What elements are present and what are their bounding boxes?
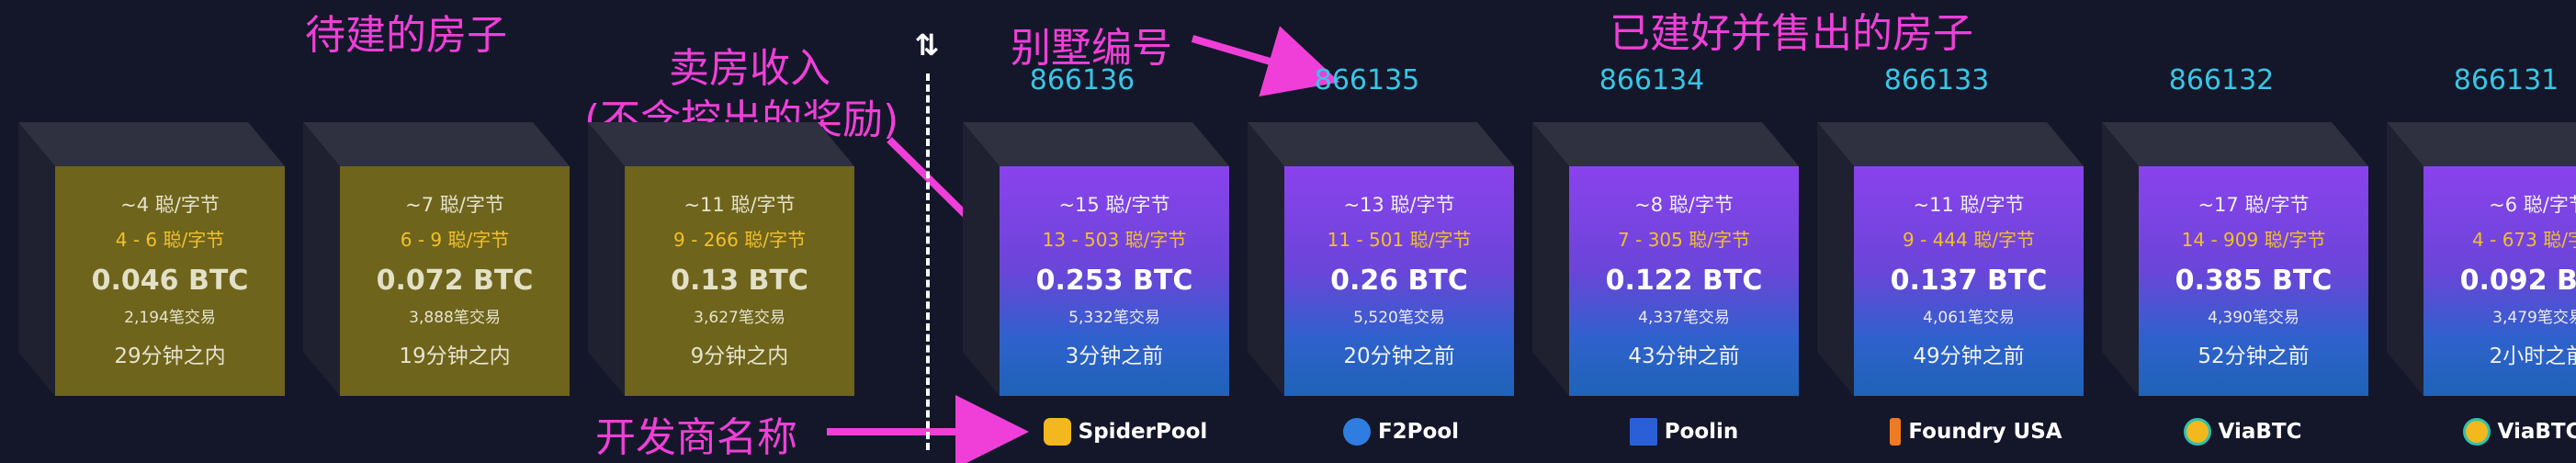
pending-block[interactable]: ~4 聪/字节 4 - 6 聪/字节 0.046 BTC 2,194笔交易 29… [18,122,285,396]
mempool-blockchain-view: 待建的房子 已建好并售出的房子 别墅编号 卖房收入 (不含挖出的奖励) 开发商名… [0,0,2576,463]
mined-time: 43分钟之前 [1628,344,1740,368]
pool-name: Foundry USA [1908,420,2062,444]
tx-count: 4,061笔交易 [1923,309,2015,327]
tx-count: 4,390笔交易 [2208,309,2299,327]
pending-block[interactable]: ~11 聪/字节 9 - 266 聪/字节 0.13 BTC 3,627笔交易 … [588,122,854,396]
pool-name: ViaBTC [2497,420,2576,444]
pool-label[interactable]: Poolin [1569,418,1799,446]
pool-label[interactable]: ViaBTC [2407,418,2576,446]
mined-time: 49分钟之前 [1913,344,2025,368]
mined-time: 3分钟之前 [1065,344,1164,368]
mined-block[interactable]: ~11 聪/字节 9 - 444 聪/字节 0.137 BTC 4,061笔交易… [1817,122,2084,396]
foundry-icon [1890,418,1902,446]
pool-label[interactable]: F2Pool [1286,418,1516,446]
tx-count: 2,194笔交易 [124,309,216,327]
swap-arrows-icon[interactable]: ⇅ [909,28,945,62]
pool-name: SpiderPool [1078,420,1208,444]
tx-count: 3,627笔交易 [694,309,785,327]
median-fee: ~4 聪/字节 [120,194,220,216]
mined-block[interactable]: ~15 聪/字节 13 - 503 聪/字节 0.253 BTC 5,332笔交… [963,122,1229,396]
block-reward: 0.122 BTC [1605,265,1763,297]
block-height[interactable]: 866132 [2107,64,2336,96]
fee-range: 4 - 673 聪/字节 [2472,229,2576,251]
mined-block[interactable]: ~13 聪/字节 11 - 501 聪/字节 0.26 BTC 5,520笔交易… [1248,122,1514,396]
pool-label[interactable]: ViaBTC [2128,418,2357,446]
viabtc-icon [2462,418,2491,446]
median-fee: ~11 聪/字节 [1913,194,2025,216]
pool-name: Poolin [1664,420,1739,444]
tx-count: 5,332笔交易 [1068,309,1160,327]
fee-range: 9 - 266 聪/字节 [673,229,806,251]
fee-range: 13 - 503 聪/字节 [1042,229,1187,251]
tx-count: 3,479笔交易 [2492,309,2576,327]
fee-range: 6 - 9 聪/字节 [400,229,510,251]
block-reward: 0.072 BTC [376,265,534,297]
pending-block[interactable]: ~7 聪/字节 6 - 9 聪/字节 0.072 BTC 3,888笔交易 19… [303,122,570,396]
block-reward: 0.385 BTC [2175,265,2333,297]
spiderpool-icon [1043,418,1071,446]
block-reward: 0.046 BTC [91,265,249,297]
block-height[interactable]: 866133 [1822,64,2051,96]
mined-block[interactable]: ~17 聪/字节 14 - 909 聪/字节 0.385 BTC 4,390笔交… [2102,122,2368,396]
block-height[interactable]: 866135 [1252,64,1482,96]
mined-time: 2小时之前 [2489,344,2576,368]
block-height[interactable]: 866134 [1537,64,1767,96]
block-reward: 0.253 BTC [1035,265,1193,297]
median-fee: ~17 聪/字节 [2198,194,2310,216]
fee-range: 7 - 305 聪/字节 [1618,229,1750,251]
pool-label[interactable]: SpiderPool [1011,418,1240,446]
median-fee: ~11 聪/字节 [684,194,796,216]
eta: 19分钟之内 [399,344,511,368]
median-fee: ~15 聪/字节 [1058,194,1170,216]
tx-count: 4,337笔交易 [1638,309,1730,327]
fee-range: 4 - 6 聪/字节 [115,229,225,251]
pool-name: ViaBTC [2218,420,2302,444]
mined-time: 20分钟之前 [1343,344,1455,368]
viabtc-icon [2183,418,2211,446]
median-fee: ~8 聪/字节 [1634,194,1734,216]
eta: 29分钟之内 [114,344,226,368]
block-reward: 0.26 BTC [1330,265,1468,297]
median-fee: ~13 聪/字节 [1343,194,1455,216]
mined-time: 52分钟之前 [2198,344,2310,368]
block-height[interactable]: 866136 [967,64,1197,96]
median-fee: ~6 聪/字节 [2489,194,2576,216]
block-reward: 0.137 BTC [1890,265,2048,297]
eta: 9分钟之内 [690,344,789,368]
block-reward: 0.13 BTC [671,265,808,297]
pool-name: F2Pool [1377,420,1460,444]
tx-count: 3,888笔交易 [409,309,501,327]
median-fee: ~7 聪/字节 [405,194,504,216]
mined-block[interactable]: ~6 聪/字节 4 - 673 聪/字节 0.092 BTC 3,479笔交易 … [2387,122,2576,396]
tx-count: 5,520笔交易 [1353,309,1445,327]
fee-range: 14 - 909 聪/字节 [2181,229,2326,251]
block-reward: 0.092 BTC [2459,265,2576,297]
mined-block[interactable]: ~8 聪/字节 7 - 305 聪/字节 0.122 BTC 4,337笔交易 … [1532,122,1799,396]
fee-range: 9 - 444 聪/字节 [1903,229,2035,251]
poolin-icon [1629,418,1657,446]
fee-range: 11 - 501 聪/字节 [1327,229,1472,251]
block-height[interactable]: 866131 [2391,64,2576,96]
mempool-divider [926,73,930,450]
pool-label[interactable]: Foundry USA [1861,418,2091,446]
f2pool-icon [1342,418,1371,446]
